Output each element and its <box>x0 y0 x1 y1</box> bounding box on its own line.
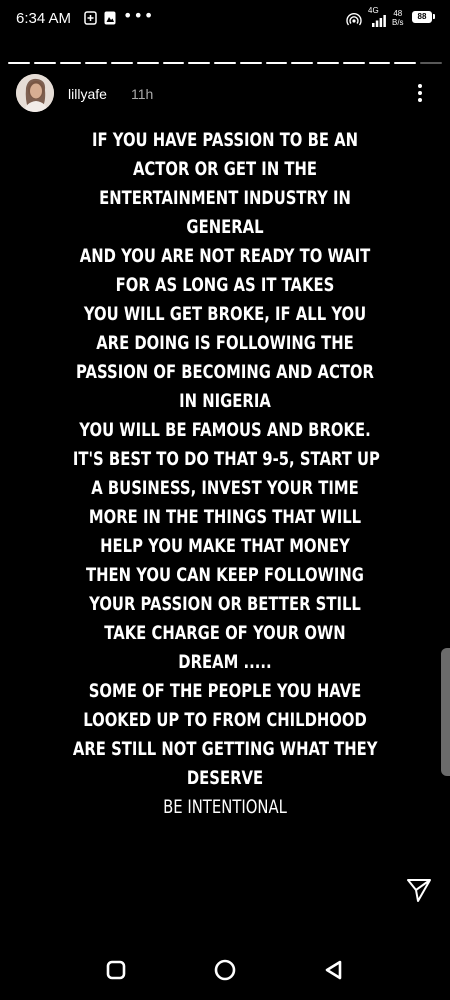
progress-segment <box>214 62 236 64</box>
story-line: ENTERTAINMENT INDUSTRY IN <box>99 187 351 209</box>
story-username[interactable]: lillyafe <box>68 86 107 102</box>
story-line: PASSION OF BECOMING AND ACTOR <box>76 361 374 383</box>
progress-segment <box>265 62 288 64</box>
recents-button[interactable] <box>104 958 128 982</box>
more-vertical-icon <box>418 84 422 88</box>
story-line: SOME OF THE PEOPLE YOU HAVE <box>88 680 362 702</box>
network-speed-value: 48 <box>393 9 403 18</box>
network-speed: 48 B/s <box>392 9 404 27</box>
story-line: YOU WILL GET BROKE, IF ALL YOU <box>83 303 367 325</box>
story-line: DESERVE <box>186 767 264 789</box>
navigation-bar <box>0 940 450 1000</box>
hotspot-icon <box>346 11 362 30</box>
more-options-button[interactable] <box>410 80 430 106</box>
home-button[interactable] <box>213 958 237 982</box>
progress-segment <box>59 62 82 64</box>
story-line: LOOKED UP TO FROM CHILDHOOD <box>83 709 367 731</box>
signal-icon <box>372 12 386 31</box>
battery-saver-icon <box>84 10 97 29</box>
battery-icon: 88 <box>412 11 435 23</box>
progress-segment <box>291 62 314 64</box>
story-line: YOUR PASSION OR BETTER STILL <box>89 593 361 615</box>
back-icon <box>325 960 342 980</box>
story-progress-bar <box>8 62 443 64</box>
story-line: ARE STILL NOT GETTING WHAT THEY <box>72 738 378 760</box>
story-timestamp: 11h <box>131 86 154 102</box>
progress-segment <box>239 62 262 64</box>
progress-segment <box>317 62 339 64</box>
progress-segment <box>394 62 417 64</box>
progress-segment <box>420 62 443 64</box>
story-line: DREAM ..... <box>178 651 272 673</box>
progress-segment <box>188 62 211 64</box>
status-time: 6:34 AM <box>16 10 72 27</box>
home-icon <box>214 959 236 981</box>
story-line: IF YOU HAVE PASSION TO BE AN <box>91 129 359 151</box>
story-line: YOU WILL BE FAMOUS AND BROKE. <box>79 419 371 441</box>
story-line: HELP YOU MAKE THAT MONEY <box>100 535 350 557</box>
progress-segment <box>33 62 56 64</box>
avatar[interactable] <box>16 74 54 112</box>
battery-level: 88 <box>417 12 427 21</box>
network-speed-unit: B/s <box>392 18 404 27</box>
story-line: AND YOU ARE NOT READY TO WAIT <box>79 245 371 267</box>
more-notifications-dots: ••• <box>123 6 155 25</box>
progress-segment <box>85 62 108 64</box>
story-line: MORE IN THE THINGS THAT WILL <box>88 506 362 528</box>
progress-segment <box>342 62 365 64</box>
notification-app-icon <box>104 10 116 29</box>
story-line: IT'S BEST TO DO THAT 9-5, START UP <box>72 448 380 470</box>
progress-segment <box>368 62 391 64</box>
story-line: ACTOR OR GET IN THE <box>132 158 318 180</box>
progress-segment <box>111 62 133 64</box>
send-button[interactable] <box>405 876 433 904</box>
edge-panel-handle[interactable] <box>441 648 450 776</box>
story-line: GENERAL <box>186 216 264 238</box>
story-line: THEN YOU CAN KEEP FOLLOWING <box>86 564 364 586</box>
send-icon <box>407 879 431 902</box>
progress-segment <box>8 62 30 64</box>
story-line: TAKE CHARGE OF YOUR OWN <box>104 622 346 644</box>
back-button[interactable] <box>322 958 346 982</box>
progress-segment <box>136 62 159 64</box>
progress-segment <box>162 62 185 64</box>
story-line: ARE DOING IS FOLLOWING THE <box>96 332 354 354</box>
avatar-image <box>16 74 54 112</box>
story-line: FOR AS LONG AS IT TAKES <box>115 274 335 296</box>
story-text: IF YOU HAVE PASSION TO BE AN ACTOR OR GET… <box>72 126 380 822</box>
story-line: BE INTENTIONAL <box>163 796 287 818</box>
recents-icon <box>106 960 126 980</box>
story-line: IN NIGERIA <box>179 390 271 412</box>
status-bar: 6:34 AM ••• 4G 48 B/s 88 <box>0 0 450 38</box>
story-line: A BUSINESS, INVEST YOUR TIME <box>91 477 359 499</box>
